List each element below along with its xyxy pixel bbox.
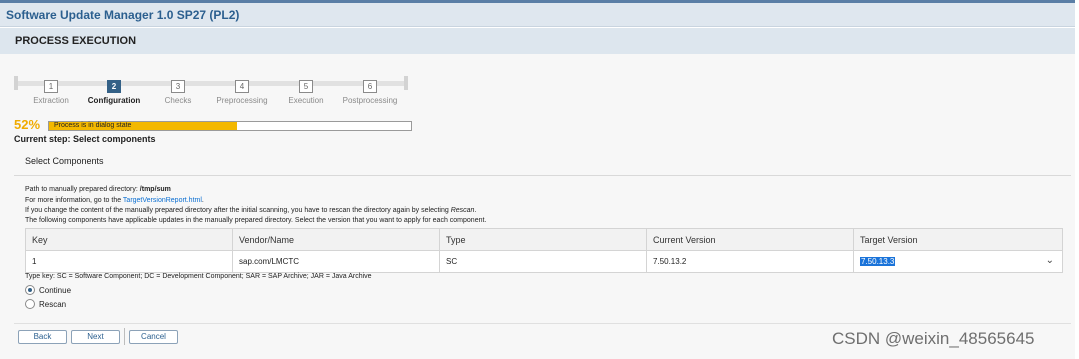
footer-divider — [14, 323, 1071, 324]
rescan-note-suffix: . — [474, 207, 477, 214]
step-label: Checks — [164, 96, 192, 105]
step-label: Configuration — [87, 96, 141, 105]
components-note: The following components have applicable… — [25, 217, 487, 224]
watermark: CSDN @weixin_48565645 — [832, 329, 1035, 348]
path-info: Path to manually prepared directory: /tm… — [25, 186, 171, 193]
step-checks[interactable]: 3 Checks — [143, 76, 213, 105]
col-header-target-version[interactable]: Target Version — [853, 228, 1063, 251]
more-info-label: For more information, go to the — [25, 197, 123, 204]
step-number: 4 — [235, 80, 249, 93]
col-header-vendor[interactable]: Vendor/Name — [232, 228, 440, 251]
continue-label: Continue — [39, 285, 72, 295]
step-postprocessing[interactable]: 6 Postprocessing — [335, 76, 405, 105]
cell-type: SC — [439, 250, 647, 273]
app-title: Software Update Manager 1.0 SP27 (PL2) — [6, 8, 240, 22]
cell-current-version: 7.50.13.2 — [646, 250, 854, 273]
step-extraction[interactable]: 1 Extraction — [16, 76, 86, 105]
panel-divider — [14, 175, 1071, 176]
button-separator — [124, 328, 125, 345]
target-version-value: 7.50.13.3 — [860, 257, 896, 266]
step-execution[interactable]: 5 Execution — [271, 76, 341, 105]
window-edge — [1075, 0, 1079, 359]
step-label: Extraction — [33, 96, 69, 105]
target-version-report-link[interactable]: TargetVersionReport.html — [123, 197, 202, 204]
path-label: Path to manually prepared directory: — [25, 186, 140, 193]
step-number: 2 — [107, 80, 121, 93]
section-title: PROCESS EXECUTION — [15, 35, 137, 47]
col-header-key[interactable]: Key — [25, 228, 233, 251]
roadmap-stepper: 1 Extraction 2 Configuration 3 Checks 4 … — [14, 76, 409, 105]
step-number: 5 — [299, 80, 313, 93]
step-label: Postprocessing — [342, 96, 398, 105]
chevron-down-icon[interactable]: ⌄ — [1046, 255, 1054, 266]
step-label: Preprocessing — [216, 96, 268, 105]
step-number: 3 — [171, 80, 185, 93]
progress-percent: 52% — [14, 117, 41, 132]
section-header: PROCESS EXECUTION — [0, 28, 1079, 54]
rescan-note-emphasis: Rescan — [450, 207, 475, 214]
option-continue[interactable]: Continue — [25, 285, 71, 295]
cell-vendor: sap.com/LMCTC — [232, 250, 440, 273]
step-configuration[interactable]: 2 Configuration — [79, 76, 149, 105]
rescan-radio[interactable] — [25, 299, 35, 309]
path-value: /tmp/sum — [139, 186, 171, 193]
step-preprocessing[interactable]: 4 Preprocessing — [207, 76, 277, 105]
progress-status: Process is in dialog state — [54, 122, 132, 129]
cancel-button[interactable]: Cancel — [129, 330, 178, 344]
table-row[interactable]: 1 sap.com/LMCTC SC 7.50.13.2 7.50.13.3 ⌄ — [25, 250, 1063, 273]
rescan-label: Rescan — [39, 299, 67, 309]
col-header-current-version[interactable]: Current Version — [646, 228, 854, 251]
cell-key: 1 — [25, 250, 233, 273]
target-version-select[interactable]: 7.50.13.3 ⌄ — [853, 250, 1063, 273]
back-button[interactable]: Back — [18, 330, 67, 344]
app-header: Software Update Manager 1.0 SP27 (PL2) — [0, 0, 1079, 27]
progress-bar: Process is in dialog state — [48, 121, 412, 131]
more-info: For more information, go to the TargetVe… — [25, 197, 204, 204]
step-number: 1 — [44, 80, 58, 93]
step-label: Execution — [288, 96, 324, 105]
panel-title: Select Components — [25, 156, 104, 166]
next-button[interactable]: Next — [71, 330, 120, 344]
rescan-note-text: If you change the content of the manuall… — [25, 207, 451, 214]
more-info-suffix: . — [201, 197, 204, 204]
current-step-title: Current step: Select components — [14, 134, 156, 144]
option-rescan[interactable]: Rescan — [25, 299, 66, 309]
components-table: Key Vendor/Name Type Current Version Tar… — [25, 228, 1063, 273]
col-header-type[interactable]: Type — [439, 228, 647, 251]
rescan-note: If you change the content of the manuall… — [25, 207, 476, 214]
type-key-legend: Type key: SC = Software Component; DC = … — [25, 273, 372, 280]
step-number: 6 — [363, 80, 377, 93]
table-header-row: Key Vendor/Name Type Current Version Tar… — [25, 228, 1063, 251]
continue-radio[interactable] — [25, 285, 35, 295]
